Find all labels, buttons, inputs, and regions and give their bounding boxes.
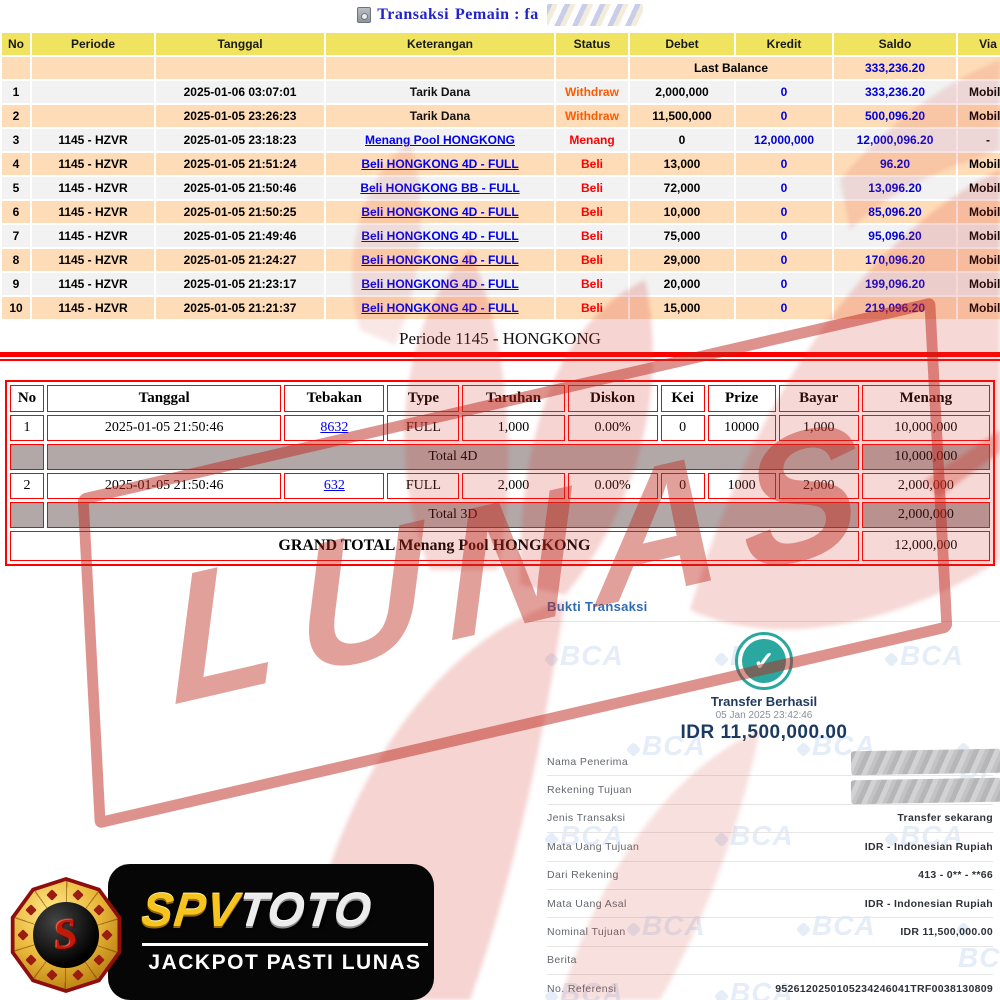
col-via: Via bbox=[958, 33, 1000, 55]
periode-title: Periode 1145 - HONGKONG bbox=[0, 329, 1000, 349]
table-row: 1 2025-01-06 03:07:01 Tarik Dana Withdra… bbox=[2, 81, 1000, 103]
bet-number-link[interactable]: 632 bbox=[324, 478, 345, 493]
total-4d-value: 10,000,000 bbox=[862, 444, 990, 470]
transactions-table: No Periode Tanggal Keterangan Status Deb… bbox=[0, 31, 1000, 321]
bet-detail-link[interactable]: Beli HONGKONG 4D - FULL bbox=[361, 157, 518, 171]
red-divider bbox=[0, 352, 1000, 361]
status-badge: Beli bbox=[556, 201, 628, 223]
col-kredit: Kredit bbox=[736, 33, 832, 55]
total-3d-value: 2,000,000 bbox=[862, 502, 990, 528]
bet-header-row: No Tanggal Tebakan Type Taruhan Diskon K… bbox=[10, 385, 990, 412]
status-badge: Beli bbox=[556, 225, 628, 247]
col-debet: Debet bbox=[630, 33, 734, 55]
logo-tagline: JACKPOT PASTI LUNAS bbox=[142, 951, 428, 975]
receipt-field: Mata Uang Tujuan IDR - Indonesian Rupiah bbox=[547, 833, 993, 861]
status-badge: Beli bbox=[556, 177, 628, 199]
table-row: 3 1145 - HZVR 2025-01-05 23:18:23 Menang… bbox=[2, 129, 1000, 151]
total-3d-label: Total 3D bbox=[47, 502, 859, 528]
account-number-blur bbox=[851, 778, 1000, 805]
brand-name: SPVTOTO bbox=[139, 882, 435, 937]
brand-logo: S SPVTOTO JACKPOT PASTI LUNAS bbox=[0, 850, 440, 1000]
status-badge: Menang bbox=[556, 129, 628, 151]
status-badge: Beli bbox=[556, 297, 628, 319]
success-check-icon: ✓ bbox=[735, 632, 793, 690]
receipt-field: Berita bbox=[547, 947, 993, 975]
bet-detail-link[interactable]: Beli HONGKONG 4D - FULL bbox=[361, 301, 518, 315]
transfer-status: Transfer Berhasil bbox=[528, 694, 1000, 709]
col-status: Status bbox=[556, 33, 628, 55]
transaction-device-icon bbox=[357, 7, 371, 23]
table-row: 8 1145 - HZVR 2025-01-05 21:24:27 Beli H… bbox=[2, 249, 1000, 271]
total-4d-label: Total 4D bbox=[47, 444, 859, 470]
receipt-field: Jenis Transaksi Transfer sekarang bbox=[547, 805, 993, 833]
page: Transaksi Pemain : fa No Periode Tanggal… bbox=[0, 0, 1000, 1000]
last-balance-label: Last Balance bbox=[630, 57, 832, 79]
table-row: 10 1145 - HZVR 2025-01-05 21:21:37 Beli … bbox=[2, 297, 1000, 319]
bank-receipt: BCA BCA BCA BCA BCA BCA BCA BCA BCA BCA … bbox=[528, 592, 1000, 1000]
table-row: 6 1145 - HZVR 2025-01-05 21:50:25 Beli H… bbox=[2, 201, 1000, 223]
dragon-emblem-icon: S bbox=[33, 902, 99, 968]
page-title-right: Pemain : fa bbox=[455, 6, 539, 24]
bet-detail-link[interactable]: Beli HONGKONG BB - FULL bbox=[360, 181, 519, 195]
col-keterangan: Keterangan bbox=[326, 33, 554, 55]
bet-detail-link[interactable]: Beli HONGKONG 4D - FULL bbox=[361, 253, 518, 267]
table-row: 5 1145 - HZVR 2025-01-05 21:50:46 Beli H… bbox=[2, 177, 1000, 199]
total-4d-row: Total 4D 10,000,000 bbox=[10, 444, 990, 470]
status-badge: Withdraw bbox=[556, 105, 628, 127]
bet-detail-link[interactable]: Beli HONGKONG 4D - FULL bbox=[361, 229, 518, 243]
grand-total-label: GRAND TOTAL Menang Pool HONGKONG bbox=[10, 531, 859, 561]
recipient-name-blur bbox=[851, 749, 1000, 776]
bet-number-link[interactable]: 8632 bbox=[320, 420, 348, 435]
bet-detail-link[interactable]: Beli HONGKONG 4D - FULL bbox=[361, 205, 518, 219]
status-badge: Beli bbox=[556, 153, 628, 175]
last-balance-value: 333,236.20 bbox=[834, 57, 956, 79]
transfer-timestamp: 05 Jan 2025 23:42:46 bbox=[528, 710, 1000, 721]
receipt-title: Bukti Transaksi bbox=[547, 599, 648, 614]
grand-total-row: GRAND TOTAL Menang Pool HONGKONG 12,000,… bbox=[10, 531, 990, 561]
col-no: No bbox=[2, 33, 30, 55]
receipt-divider bbox=[528, 621, 1000, 622]
bet-detail-link[interactable]: Menang Pool HONGKONG bbox=[365, 133, 515, 147]
col-saldo: Saldo bbox=[834, 33, 956, 55]
col-tanggal: Tanggal bbox=[156, 33, 324, 55]
receipt-field: Nominal Tujuan IDR 11,500,000.00 bbox=[547, 918, 993, 946]
total-3d-row: Total 3D 2,000,000 bbox=[10, 502, 990, 528]
bet-detail-link[interactable]: Beli HONGKONG 4D - FULL bbox=[361, 277, 518, 291]
table-row: 4 1145 - HZVR 2025-01-05 21:51:24 Beli H… bbox=[2, 153, 1000, 175]
receipt-field: No. Referensi 9526120250105234246041TRF0… bbox=[547, 975, 993, 1000]
transfer-amount: IDR 11,500,000.00 bbox=[528, 722, 1000, 744]
bet-row: 1 2025-01-05 21:50:46 8632 FULL 1,000 0.… bbox=[10, 415, 990, 441]
col-periode: Periode bbox=[32, 33, 154, 55]
status-badge: Beli bbox=[556, 273, 628, 295]
table-row: 2 2025-01-05 23:26:23 Tarik Dana Withdra… bbox=[2, 105, 1000, 127]
receipt-field: Dari Rekening 413 - 0** - **66 bbox=[547, 862, 993, 890]
page-header: Transaksi Pemain : fa bbox=[0, 2, 1000, 28]
grand-total-value: 12,000,000 bbox=[862, 531, 990, 561]
last-balance-row: Last Balance 333,236.20 bbox=[2, 57, 1000, 79]
bet-detail-table: No Tanggal Tebakan Type Taruhan Diskon K… bbox=[5, 380, 995, 566]
table-row: 9 1145 - HZVR 2025-01-05 21:23:17 Beli H… bbox=[2, 273, 1000, 295]
player-name-blur bbox=[547, 4, 643, 26]
status-badge: Beli bbox=[556, 249, 628, 271]
status-badge: Withdraw bbox=[556, 81, 628, 103]
bet-row: 2 2025-01-05 21:50:46 632 FULL 2,000 0.0… bbox=[10, 473, 990, 499]
receipt-field: Mata Uang Asal IDR - Indonesian Rupiah bbox=[547, 890, 993, 918]
transactions-header-row: No Periode Tanggal Keterangan Status Deb… bbox=[2, 33, 1000, 55]
page-title-left: Transaksi bbox=[377, 6, 449, 24]
receipt-fields: Nama Penerima R Rekening Tujuan 1 Jenis … bbox=[547, 748, 993, 1000]
logo-divider bbox=[142, 943, 428, 946]
table-row: 7 1145 - HZVR 2025-01-05 21:49:46 Beli H… bbox=[2, 225, 1000, 247]
